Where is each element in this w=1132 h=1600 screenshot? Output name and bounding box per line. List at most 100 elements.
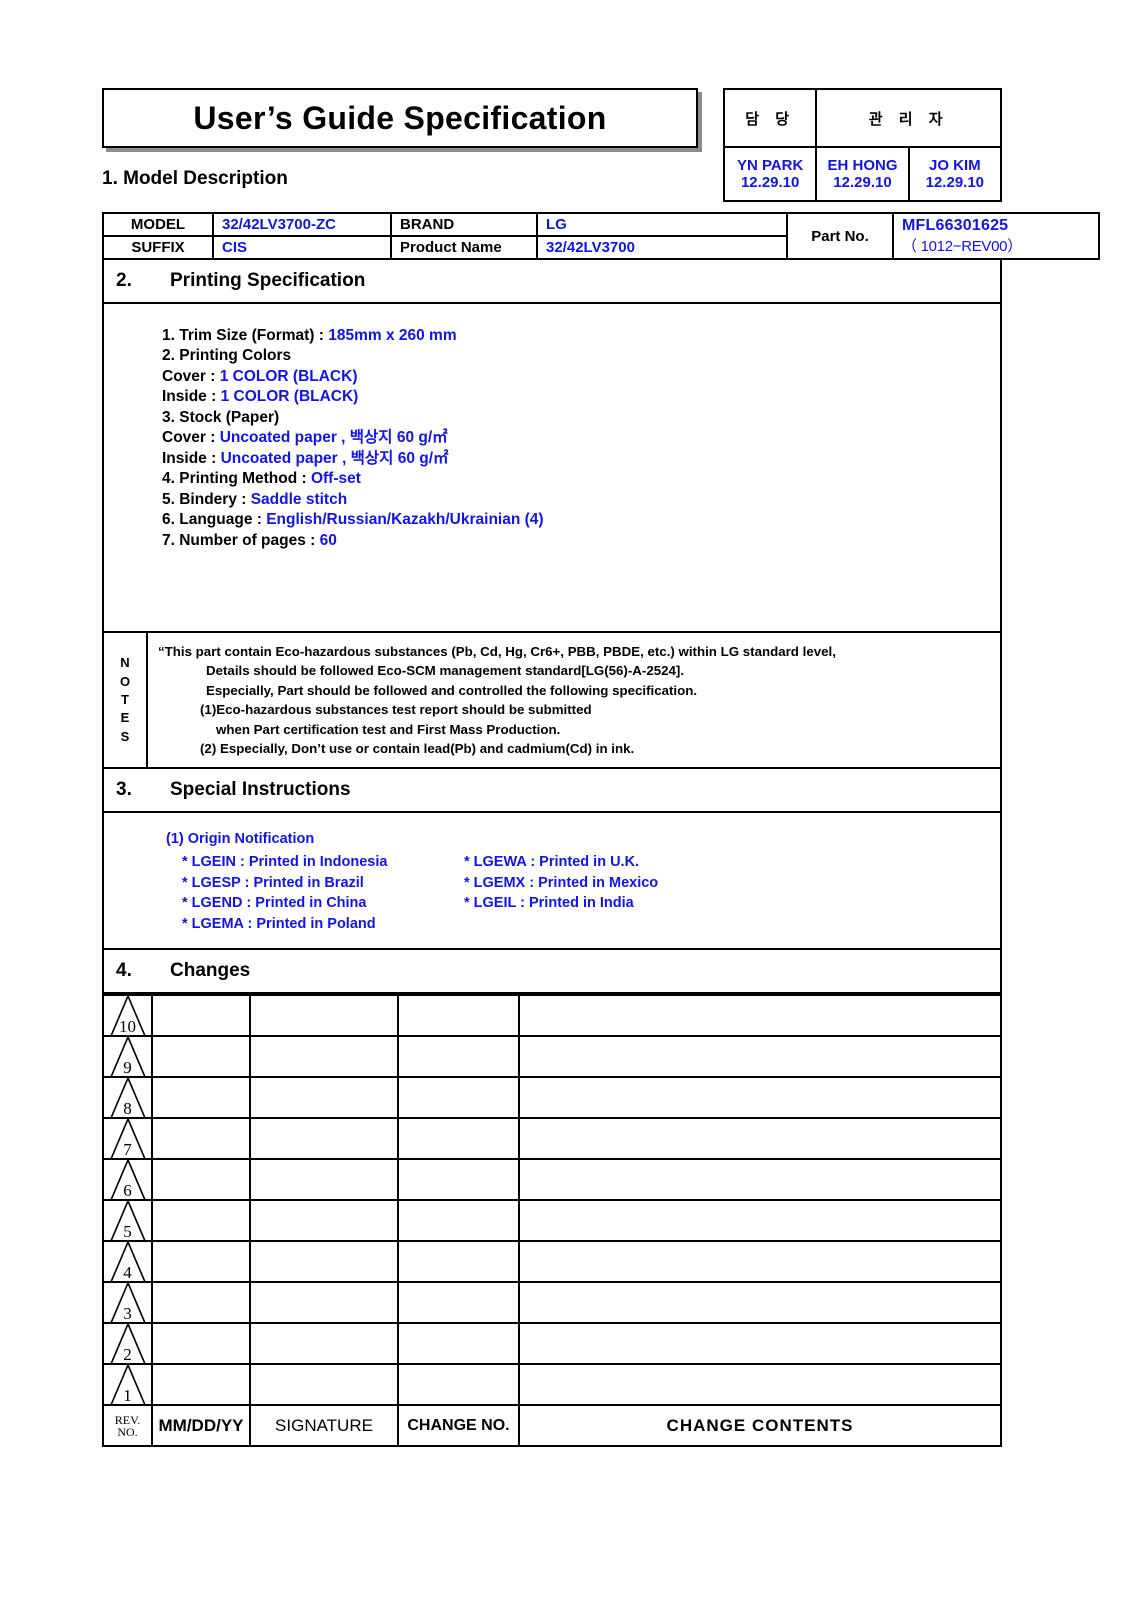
- change-date-cell[interactable]: [151, 1199, 251, 1243]
- change-signature-cell[interactable]: [249, 994, 399, 1038]
- origin-notification-list: (1) Origin Notification * LGEIN : Printe…: [104, 813, 1000, 948]
- change-signature-cell[interactable]: [249, 1281, 399, 1325]
- revision-triangle-icon: 1: [109, 1362, 147, 1407]
- approval-header-row: 담 당 관 리 자: [722, 88, 1002, 148]
- footer-signature-label: SIGNATURE: [249, 1404, 399, 1448]
- origin-notification-title: (1) Origin Notification: [166, 831, 315, 848]
- notes-body: “This part contain Eco-hazardous substan…: [148, 633, 1000, 767]
- change-signature-cell[interactable]: [249, 1240, 399, 1284]
- table-row[interactable]: 6: [102, 1157, 1002, 1202]
- change-date-cell[interactable]: [151, 1322, 251, 1366]
- change-date-cell[interactable]: [151, 1035, 251, 1079]
- rev-marker-cell: 10: [102, 993, 153, 1038]
- change-no-cell[interactable]: [397, 1322, 520, 1366]
- origin-lgesp: * LGESP : Printed in Brazil: [182, 874, 364, 891]
- origin-lgeil: * LGEIL : Printed in India: [464, 895, 634, 912]
- origin-lgema: * LGEMA : Printed in Poland: [182, 915, 376, 932]
- change-contents-cell[interactable]: [518, 1035, 1002, 1079]
- change-no-cell[interactable]: [397, 1117, 520, 1161]
- change-no-cell[interactable]: [397, 1363, 520, 1407]
- rev-marker-cell: 1: [102, 1362, 153, 1407]
- rev-marker-cell: 4: [102, 1239, 153, 1284]
- rev-number: 9: [123, 1057, 132, 1077]
- change-contents-cell[interactable]: [518, 1240, 1002, 1284]
- change-signature-cell[interactable]: [249, 1363, 399, 1407]
- change-contents-cell[interactable]: [518, 1117, 1002, 1161]
- change-signature-cell[interactable]: [249, 1199, 399, 1243]
- change-signature-cell[interactable]: [249, 1322, 399, 1366]
- notes-label: N O T E S: [104, 633, 148, 768]
- change-no-cell[interactable]: [397, 1240, 520, 1284]
- rev-marker-cell: 2: [102, 1321, 153, 1366]
- change-signature-cell[interactable]: [249, 1117, 399, 1161]
- change-signature-cell[interactable]: [249, 1076, 399, 1120]
- change-no-cell[interactable]: [397, 1199, 520, 1243]
- rev-marker-cell: 8: [102, 1075, 153, 1120]
- footer-date-label: MM/DD/YY: [151, 1404, 251, 1448]
- table-row[interactable]: 2: [102, 1321, 1002, 1366]
- footer-change-contents-label: CHANGE CONTENTS: [518, 1404, 1002, 1448]
- notes-box: N O T E S “This part contain Eco-hazardo…: [102, 633, 1002, 770]
- change-date-cell[interactable]: [151, 1076, 251, 1120]
- revision-triangle-icon: 8: [109, 1075, 147, 1120]
- change-signature-cell[interactable]: [249, 1035, 399, 1079]
- change-date-cell[interactable]: [151, 1281, 251, 1325]
- table-row[interactable]: 5: [102, 1198, 1002, 1243]
- approval-signature-row: YN PARK 12.29.10 EH HONG 12.29.10 JO KIM…: [722, 146, 1003, 202]
- table-row[interactable]: 4: [102, 1239, 1002, 1284]
- change-date-cell[interactable]: [151, 1117, 251, 1161]
- change-no-cell[interactable]: [397, 1158, 520, 1202]
- change-no-cell[interactable]: [397, 1281, 520, 1325]
- notes-line-3: (1)Eco-hazardous substances test report …: [200, 702, 592, 718]
- table-row[interactable]: 7: [102, 1116, 1002, 1161]
- page-title: User’s Guide Specification: [193, 99, 607, 136]
- table-row[interactable]: 9: [102, 1034, 1002, 1079]
- change-no-cell[interactable]: [397, 1076, 520, 1120]
- table-row[interactable]: 3: [102, 1280, 1002, 1325]
- change-no-cell[interactable]: [397, 1035, 520, 1079]
- notes-line-1: Details should be followed Eco-SCM manag…: [206, 663, 685, 679]
- origin-row-2: * LGEND : Printed in China * LGEIL : Pri…: [166, 893, 1000, 914]
- change-date-cell[interactable]: [151, 1158, 251, 1202]
- rev-number: 4: [123, 1262, 132, 1282]
- changes-table: 10 9 8 7 6 5 4 3 2 1 REV. NO. MM/DD/YY S…: [102, 993, 1002, 1448]
- change-contents-cell[interactable]: [518, 1158, 1002, 1202]
- product-name-value: 32/42LV3700: [536, 235, 788, 260]
- rev-marker-cell: 5: [102, 1198, 153, 1243]
- part-no-cell: MFL66301625 （ 1012−REV00）: [892, 212, 1100, 260]
- notes-line-2: Especially, Part should be followed and …: [206, 682, 698, 698]
- revision-triangle-icon: 6: [109, 1157, 147, 1202]
- change-signature-cell[interactable]: [249, 1158, 399, 1202]
- change-date-cell[interactable]: [151, 994, 251, 1038]
- change-date-cell[interactable]: [151, 1240, 251, 1284]
- document-title-box: User’s Guide Specification: [102, 88, 698, 148]
- approval-signer-2: JO KIM 12.29.10: [907, 146, 1003, 202]
- change-contents-cell[interactable]: [518, 1363, 1002, 1407]
- notes-line-0: “This part contain Eco-hazardous substan…: [158, 644, 836, 659]
- rev-marker-cell: 7: [102, 1116, 153, 1161]
- notes-letter-s: S: [120, 728, 130, 744]
- table-row[interactable]: 10: [102, 993, 1002, 1038]
- table-row[interactable]: 8: [102, 1075, 1002, 1120]
- change-date-cell[interactable]: [151, 1363, 251, 1407]
- change-contents-cell[interactable]: [518, 1199, 1002, 1243]
- rev-number: 5: [123, 1221, 132, 1241]
- brand-value: LG: [536, 212, 788, 237]
- spec-item-trim-size: 1. Trim Size (Format) : 185mm x 260 mm: [162, 327, 457, 344]
- section4-title: Changes: [170, 960, 251, 982]
- change-contents-cell[interactable]: [518, 1076, 1002, 1120]
- spec-item-bindery: 5. Bindery : Saddle stitch: [162, 490, 348, 508]
- suffix-value: CIS: [212, 235, 392, 260]
- rev-marker-cell: 9: [102, 1034, 153, 1079]
- change-contents-cell[interactable]: [518, 994, 1002, 1038]
- special-instructions-box: (1) Origin Notification * LGEIN : Printe…: [102, 813, 1002, 951]
- section3-title: Special Instructions: [170, 779, 351, 801]
- origin-row-1: * LGESP : Printed in Brazil * LGEMX : Pr…: [166, 873, 1000, 894]
- revision-triangle-icon: 3: [109, 1280, 147, 1325]
- table-row[interactable]: 1: [102, 1362, 1002, 1407]
- notes-letter-t: T: [121, 691, 129, 707]
- section3-heading: 3. Special Instructions: [102, 769, 1002, 814]
- change-contents-cell[interactable]: [518, 1281, 1002, 1325]
- change-no-cell[interactable]: [397, 994, 520, 1038]
- change-contents-cell[interactable]: [518, 1322, 1002, 1366]
